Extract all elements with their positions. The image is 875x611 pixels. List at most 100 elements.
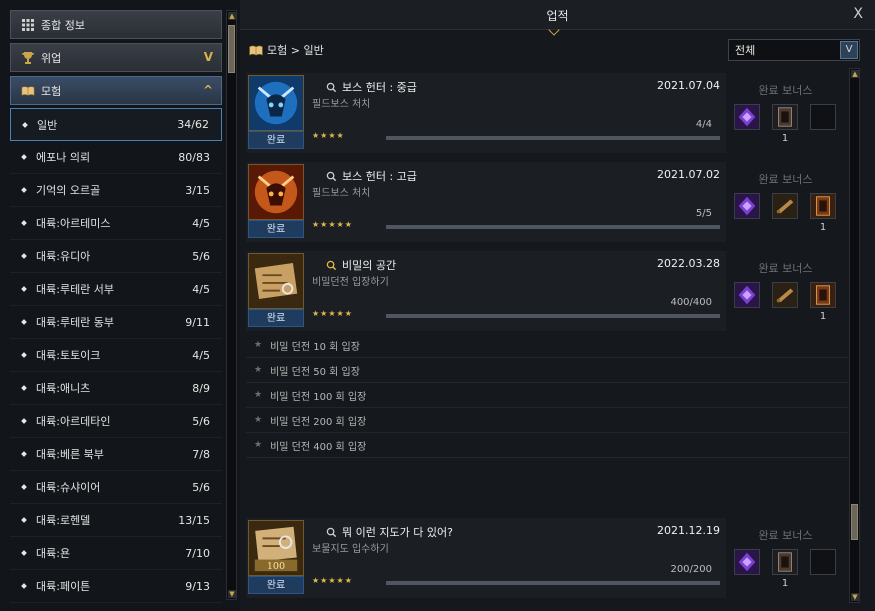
achievement-step: ★ 비밀 던전 10 회 입장 xyxy=(246,333,848,358)
close-button[interactable]: X xyxy=(853,6,863,22)
achievement-title-row: 보스 헌터 : 고급 xyxy=(326,168,417,184)
achievement-panel: 업적 X 모험 > 일반 전체 V 완료 보스 헌터 : 중급 필드보스 처치 202… xyxy=(240,0,875,611)
sidebar-item[interactable]: 기억의 오르골 3/15 xyxy=(10,174,222,207)
achievement-emblem-icon: 100 xyxy=(248,520,304,576)
step-label: 비밀 던전 50 회 입장 xyxy=(270,366,360,378)
sidebar-item[interactable]: 일반 34/62 xyxy=(10,108,222,141)
bullet-icon xyxy=(21,319,27,325)
chevron-down-icon[interactable]: V xyxy=(840,41,858,59)
reward-slot[interactable]: 1 xyxy=(772,104,798,144)
scroll-down-icon[interactable]: ▼ xyxy=(851,593,859,601)
scroll-up-icon[interactable]: ▲ xyxy=(851,70,859,78)
filter-dropdown[interactable]: 전체 V xyxy=(728,39,860,61)
achievement-title: 보스 헌터 : 중급 xyxy=(342,81,417,94)
achievement-emblem-icon xyxy=(248,253,304,309)
bullet-icon xyxy=(21,418,27,424)
star-icon: ★ xyxy=(254,440,263,450)
reward-slot[interactable]: 1 xyxy=(810,193,836,233)
reward-slot[interactable] xyxy=(734,282,760,308)
search-icon[interactable] xyxy=(326,527,337,538)
completion-bonus: 완료 보너스 1 xyxy=(734,260,836,322)
reward-slot[interactable]: 1 xyxy=(772,549,798,589)
search-icon[interactable] xyxy=(326,171,337,182)
sidebar-item[interactable]: 대륙:아르테미스 4/5 xyxy=(10,207,222,240)
star-icon: ★ xyxy=(254,390,263,400)
progress-text: 400/400 xyxy=(670,297,712,308)
sidebar-item-label: 대륙:유디아 xyxy=(36,250,91,263)
sidebar-item[interactable]: 에포나 의뢰 80/83 xyxy=(10,141,222,174)
bullet-icon xyxy=(21,253,27,259)
reward-slot[interactable] xyxy=(734,549,760,575)
achievement-card[interactable]: 100 완료 뭐 이런 지도가 다 있어? 보물지도 입수하기 2021.12.19 20… xyxy=(246,518,726,598)
bullet-icon xyxy=(21,451,27,457)
sidebar-item[interactable]: 대륙:루테란 동부 9/11 xyxy=(10,306,222,339)
sidebar-item[interactable]: 대륙:애니츠 8/9 xyxy=(10,372,222,405)
category-overview-button[interactable]: 종합 정보 xyxy=(10,10,222,39)
achievement-card[interactable]: 완료 비밀의 공간 비밀던전 입장하기 2022.03.28 400/400 ★★★★★ xyxy=(246,251,726,331)
reward-slot[interactable] xyxy=(810,104,836,130)
reward-slot[interactable]: 1 xyxy=(810,282,836,322)
filter-value: 전체 xyxy=(735,44,756,57)
achievement-title: 뭐 이런 지도가 다 있어? xyxy=(342,526,453,539)
sidebar-item[interactable]: 대륙:페이튼 9/13 xyxy=(10,570,222,603)
progress-bar xyxy=(386,136,720,140)
achievement-step: ★ 비밀 던전 100 회 입장 xyxy=(246,383,848,408)
reward-slot[interactable] xyxy=(734,104,760,130)
reward-slot[interactable] xyxy=(810,549,836,575)
sidebar-item-count: 8/9 xyxy=(192,381,210,395)
achievement-title-row: 뭐 이런 지도가 다 있어? xyxy=(326,524,453,540)
reward-quantity: 1 xyxy=(781,133,789,144)
reward-slot[interactable] xyxy=(734,193,760,219)
scroll-thumb[interactable] xyxy=(228,25,235,73)
sidebar-item[interactable]: 대륙:욘 7/10 xyxy=(10,537,222,570)
sidebar-item-label: 대륙:아르테미스 xyxy=(36,217,111,230)
title-bar: 업적 X xyxy=(240,0,875,36)
achievement-date: 2021.12.19 xyxy=(657,524,720,537)
reward-slots: 1 xyxy=(734,104,836,144)
search-icon[interactable] xyxy=(326,82,337,93)
bonus-label: 완료 보너스 xyxy=(758,84,813,97)
reward-slot[interactable] xyxy=(772,193,798,219)
category-panel: 종합 정보 위업 V 모험 ^ 일반 34/62 에포나 의뢰 80/83 기억의 오르… xyxy=(0,0,240,611)
sidebar-item-count: 80/83 xyxy=(178,150,210,164)
category-label: 종합 정보 xyxy=(41,18,85,32)
achievement-description: 보물지도 입수하기 xyxy=(312,544,389,555)
completed-badge: 완료 xyxy=(248,220,304,238)
bullet-icon xyxy=(21,583,27,589)
bullet-icon xyxy=(21,550,27,556)
right-scrollbar[interactable]: ▲ ▼ xyxy=(849,68,860,603)
sidebar-item[interactable]: 대륙:토토이크 4/5 xyxy=(10,339,222,372)
title-caret-icon xyxy=(548,24,560,36)
sidebar-item[interactable]: 대륙:루테란 서부 4/5 xyxy=(10,273,222,306)
completed-badge: 완료 xyxy=(248,576,304,594)
sidebar-item-count: 13/15 xyxy=(178,513,210,527)
book-icon xyxy=(249,45,263,56)
achievement-description: 비밀던전 입장하기 xyxy=(312,277,389,288)
progress-fill xyxy=(386,136,720,140)
achievement-card[interactable]: 완료 보스 헌터 : 고급 필드보스 처치 2021.07.02 5/5 ★★★★★ xyxy=(246,162,726,242)
achievement-card[interactable]: 완료 보스 헌터 : 중급 필드보스 처치 2021.07.04 4/4 ★★★★ xyxy=(246,73,726,153)
sidebar-item[interactable]: 대륙:베른 북부 7/8 xyxy=(10,438,222,471)
search-icon[interactable] xyxy=(326,260,337,271)
category-adventure-button[interactable]: 모험 ^ xyxy=(10,76,222,105)
completion-bonus: 완료 보너스 1 xyxy=(734,527,836,589)
subcategory-list: 일반 34/62 에포나 의뢰 80/83 기억의 오르골 3/15 대륙:아르테미스 4/5… xyxy=(10,108,222,603)
left-scrollbar[interactable]: ▲ ▼ xyxy=(226,10,237,600)
achievement-step: ★ 비밀 던전 50 회 입장 xyxy=(246,358,848,383)
sidebar-item-label: 대륙:루테란 서부 xyxy=(36,283,115,296)
sidebar-item[interactable]: 대륙:아르데타인 5/6 xyxy=(10,405,222,438)
sidebar-item[interactable]: 대륙:로헨델 13/15 xyxy=(10,504,222,537)
scroll-thumb[interactable] xyxy=(851,504,858,540)
bullet-icon xyxy=(21,484,27,490)
achievement-date: 2022.03.28 xyxy=(657,257,720,270)
scroll-up-icon[interactable]: ▲ xyxy=(228,12,236,20)
reward-slot[interactable] xyxy=(772,282,798,308)
category-feats-button[interactable]: 위업 V xyxy=(10,43,222,72)
achievement-emblem-icon xyxy=(248,75,304,131)
sidebar-item[interactable]: 대륙:슈샤이어 5/6 xyxy=(10,471,222,504)
sidebar-item-label: 대륙:슈샤이어 xyxy=(36,481,101,494)
sidebar-item-label: 에포나 의뢰 xyxy=(36,151,91,164)
sidebar-item[interactable]: 대륙:유디아 5/6 xyxy=(10,240,222,273)
bullet-icon xyxy=(21,517,27,523)
scroll-down-icon[interactable]: ▼ xyxy=(228,590,236,598)
